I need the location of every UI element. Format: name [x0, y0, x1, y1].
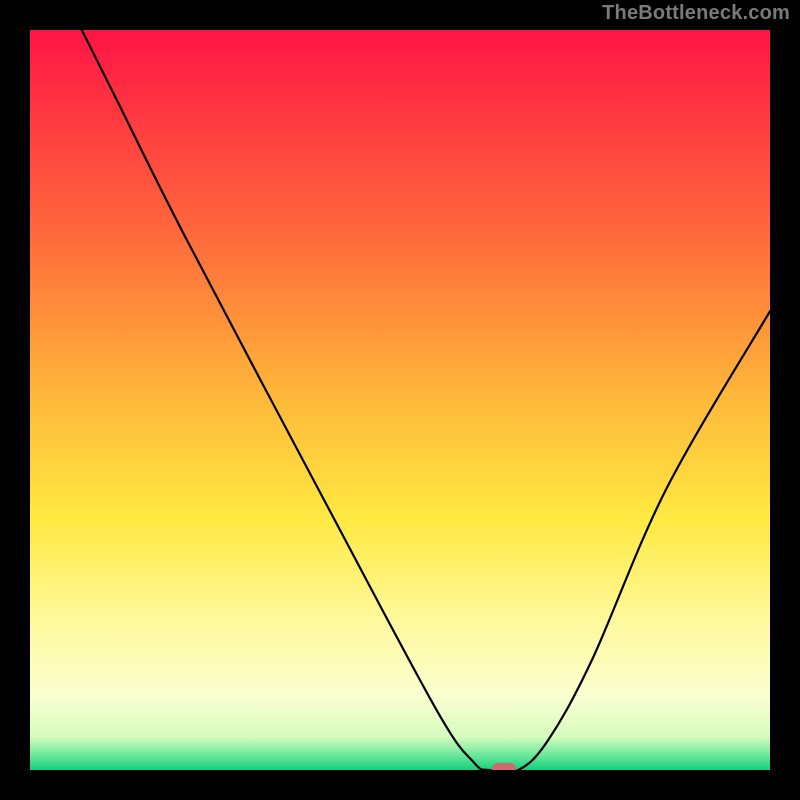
optimal-marker [492, 763, 516, 770]
gradient-rect [30, 30, 770, 770]
watermark-text: TheBottleneck.com [602, 2, 790, 25]
chart-frame: TheBottleneck.com [0, 0, 800, 800]
plot-area [30, 30, 770, 770]
plot-svg [30, 30, 770, 770]
